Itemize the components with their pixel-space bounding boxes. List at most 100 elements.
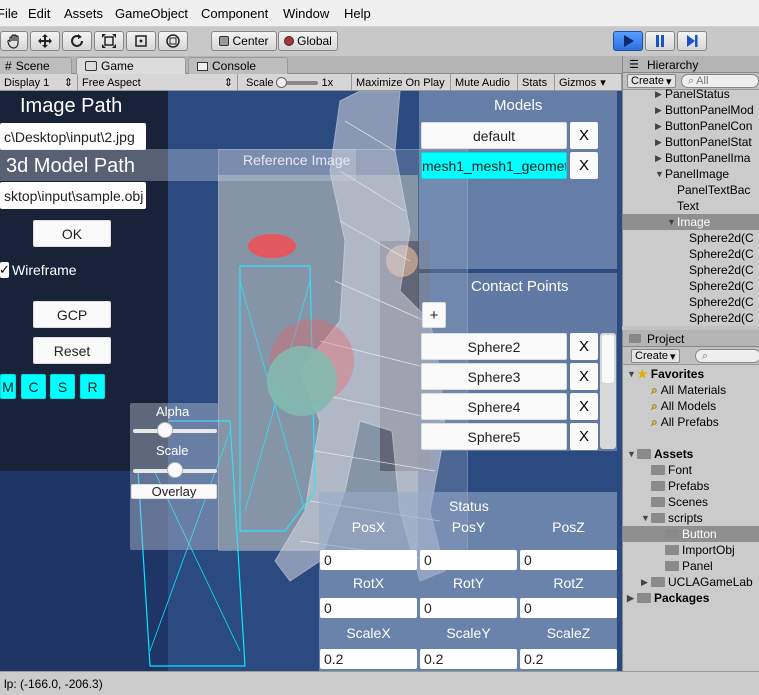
hierarchy-item[interactable]: Sphere2d(C: [623, 294, 759, 310]
contact-item[interactable]: Sphere4: [421, 393, 567, 420]
model-item-mesh[interactable]: mesh1_mesh1_geomet: [421, 152, 567, 179]
project-create-dropdown[interactable]: Create ▾: [631, 349, 680, 363]
expand-arrow-icon[interactable]: ▼: [641, 513, 651, 523]
scale-slider-knob[interactable]: [275, 76, 287, 88]
project-item[interactable]: Font: [623, 462, 759, 478]
expand-arrow-icon[interactable]: ▶: [641, 577, 651, 588]
hierarchy-item[interactable]: ▶ PanelStatus: [623, 86, 759, 102]
expand-arrow-icon[interactable]: ▶: [627, 593, 637, 604]
status-input-posz[interactable]: 0: [520, 550, 617, 570]
gcp-button[interactable]: GCP: [33, 301, 111, 328]
add-contact-button[interactable]: +: [422, 302, 446, 328]
contact-remove-button[interactable]: X: [570, 363, 598, 390]
gizmos-dropdown[interactable]: Gizmos ▾: [555, 74, 622, 91]
pause-button[interactable]: [645, 31, 675, 51]
hierarchy-item[interactable]: Text: [623, 198, 759, 214]
hand-tool-button[interactable]: [0, 31, 28, 51]
hierarchy-item[interactable]: ▶ ButtonPanelMod: [623, 102, 759, 118]
mute-audio-toggle[interactable]: Mute Audio: [451, 74, 518, 91]
hierarchy-item[interactable]: Sphere2d(C: [623, 246, 759, 262]
project-item[interactable]: Panel: [623, 558, 759, 574]
project-item[interactable]: ⌕ All Prefabs: [623, 414, 759, 430]
project-item[interactable]: Scenes: [623, 494, 759, 510]
game-view[interactable]: Image Path c\Desktop\input\2.jpg 3d Mode…: [0, 91, 622, 671]
status-input-scalex[interactable]: 0.2: [320, 649, 417, 669]
model-path-input[interactable]: sktop\input\sample.obj: [0, 182, 146, 209]
reset-button[interactable]: Reset: [33, 337, 111, 364]
pivot-center-button[interactable]: Center: [211, 31, 277, 51]
status-input-rotx[interactable]: 0: [320, 598, 417, 618]
project-item[interactable]: ▼ scripts: [623, 510, 759, 526]
project-item[interactable]: Button: [623, 526, 759, 542]
alpha-slider[interactable]: [133, 429, 217, 433]
mode-r-button[interactable]: R: [80, 374, 105, 399]
status-input-scaley[interactable]: 0.2: [420, 649, 517, 669]
menu-gameobject[interactable]: GameObject: [115, 6, 188, 21]
hierarchy-item[interactable]: ▶ ButtonPanelStat: [623, 134, 759, 150]
contacts-scrollbar-thumb[interactable]: [602, 335, 614, 383]
ok-button[interactable]: OK: [33, 220, 111, 247]
tab-scene[interactable]: # Scene: [0, 57, 72, 74]
play-button[interactable]: [613, 31, 643, 51]
project-item[interactable]: ImportObj: [623, 542, 759, 558]
contact-item[interactable]: Sphere2: [421, 333, 567, 360]
status-input-rotz[interactable]: 0: [520, 598, 617, 618]
status-input-posy[interactable]: 0: [420, 550, 517, 570]
expand-arrow-icon[interactable]: ▼: [627, 449, 637, 459]
move-tool-button[interactable]: [30, 31, 60, 51]
scale-tool-button[interactable]: [94, 31, 124, 51]
overlay-button[interactable]: Overlay: [131, 484, 217, 499]
menu-assets[interactable]: Assets: [64, 6, 103, 21]
scale-slider[interactable]: [275, 76, 318, 88]
mode-m-button[interactable]: M: [0, 374, 16, 399]
contact-item[interactable]: Sphere3: [421, 363, 567, 390]
image-path-input[interactable]: c\Desktop\input\2.jpg: [0, 123, 146, 150]
tab-console[interactable]: Console: [188, 57, 288, 74]
wireframe-checkbox[interactable]: ✓: [0, 262, 10, 278]
hierarchy-item[interactable]: Sphere2d(C: [623, 230, 759, 246]
expand-arrow-icon[interactable]: ▼: [667, 217, 677, 227]
display-dropdown[interactable]: Display 1 ⇕: [0, 74, 78, 91]
rect-tool-button[interactable]: [126, 31, 156, 51]
project-tab[interactable]: Project: [623, 330, 759, 347]
status-input-posx[interactable]: 0: [320, 550, 417, 570]
expand-arrow-icon[interactable]: ▶: [655, 137, 665, 148]
model-remove-button[interactable]: X: [570, 122, 598, 149]
hierarchy-item[interactable]: Sphere2d(C: [623, 278, 759, 294]
hierarchy-item[interactable]: Sphere2d(C: [623, 262, 759, 278]
project-item[interactable]: ⌕ All Models: [623, 398, 759, 414]
project-item[interactable]: Prefabs: [623, 478, 759, 494]
project-item[interactable]: ▶ Packages: [623, 590, 759, 606]
project-search-input[interactable]: ⌕: [695, 349, 759, 363]
maximize-on-play-toggle[interactable]: Maximize On Play: [352, 74, 451, 91]
model-remove-button[interactable]: X: [570, 152, 598, 179]
menu-file[interactable]: File: [0, 6, 18, 21]
expand-arrow-icon[interactable]: ▼: [655, 169, 665, 179]
contact-remove-button[interactable]: X: [570, 393, 598, 420]
project-item[interactable]: ▶ UCLAGameLab: [623, 574, 759, 590]
hierarchy-item[interactable]: ▶ ButtonPanelCon: [623, 118, 759, 134]
hierarchy-tab[interactable]: ☰ Hierarchy: [623, 56, 759, 73]
rotate-tool-button[interactable]: [62, 31, 92, 51]
expand-arrow-icon[interactable]: ▶: [655, 153, 665, 164]
project-item[interactable]: ▼ ★ Favorites: [623, 366, 759, 382]
contact-remove-button[interactable]: X: [570, 333, 598, 360]
menu-edit[interactable]: Edit: [28, 6, 50, 21]
expand-arrow-icon[interactable]: ▶: [655, 121, 665, 132]
menu-window[interactable]: Window: [283, 6, 329, 21]
tab-game[interactable]: Game: [76, 57, 186, 74]
hierarchy-item[interactable]: ▶ ButtonPanelIma: [623, 150, 759, 166]
contact-item[interactable]: Sphere5: [421, 423, 567, 450]
contact-remove-button[interactable]: X: [570, 423, 598, 450]
contacts-scrollbar[interactable]: [600, 333, 616, 449]
expand-arrow-icon[interactable]: ▶: [655, 89, 665, 100]
status-input-scalez[interactable]: 0.2: [520, 649, 617, 669]
model-item-default[interactable]: default: [421, 122, 567, 149]
hierarchy-item[interactable]: ▼ Image: [623, 214, 759, 230]
aspect-dropdown[interactable]: Free Aspect ⇕: [78, 74, 238, 91]
alpha-slider-knob[interactable]: [156, 422, 173, 438]
expand-arrow-icon[interactable]: ▼: [627, 369, 637, 379]
hierarchy-item[interactable]: Sphere2d(C: [623, 310, 759, 326]
hierarchy-item[interactable]: ▼ PanelImage: [623, 166, 759, 182]
status-input-roty[interactable]: 0: [420, 598, 517, 618]
